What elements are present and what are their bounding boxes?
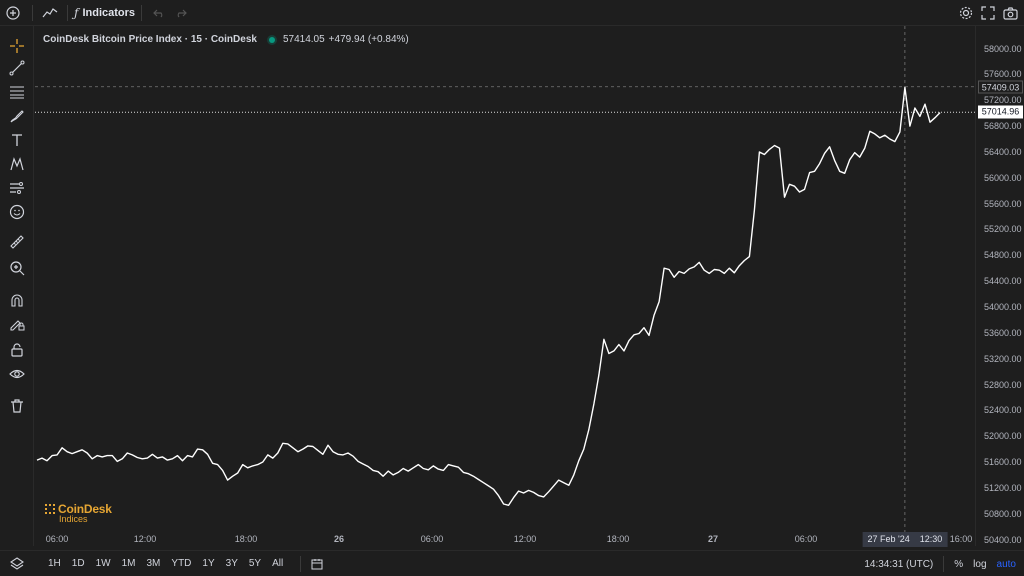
price-chart[interactable] bbox=[35, 26, 975, 546]
bottom-right: 14:34:31 (UTC) % log auto bbox=[864, 551, 1016, 576]
divider bbox=[67, 4, 68, 21]
crosshair-icon[interactable] bbox=[7, 36, 27, 56]
chart-legend: CoinDesk Bitcoin Price Index · 15 · Coin… bbox=[43, 34, 409, 45]
drawing-toolbar bbox=[0, 26, 34, 546]
divider bbox=[141, 4, 143, 21]
lock-icon[interactable] bbox=[7, 340, 27, 360]
price-tick: 53200.00 bbox=[984, 353, 1022, 364]
time-tick: 12:00 bbox=[513, 534, 537, 544]
divider bbox=[32, 4, 33, 21]
price-tick: 51600.00 bbox=[984, 457, 1022, 468]
date-range-icon[interactable] bbox=[307, 551, 327, 576]
magnet-icon[interactable] bbox=[7, 290, 27, 310]
crosshair-time: 12:30 bbox=[919, 534, 943, 544]
range-button-1w[interactable]: 1W bbox=[96, 558, 111, 569]
price-tick: 57200.00 bbox=[984, 95, 1022, 106]
percent-toggle[interactable]: % bbox=[954, 559, 963, 570]
price-tick: 54400.00 bbox=[984, 276, 1022, 287]
toolbar-right bbox=[959, 0, 1018, 26]
fullscreen-icon[interactable] bbox=[981, 0, 995, 26]
eye-icon[interactable] bbox=[7, 364, 27, 384]
time-tick: 16:00 bbox=[949, 534, 973, 544]
range-button-5y[interactable]: 5Y bbox=[249, 558, 261, 569]
price-tick: 54800.00 bbox=[984, 250, 1022, 261]
price-tick: 56000.00 bbox=[984, 172, 1022, 183]
trash-icon[interactable] bbox=[7, 396, 27, 416]
market-status-dot bbox=[268, 36, 275, 43]
fib-levels-icon[interactable] bbox=[7, 82, 27, 102]
price-tick: 54000.00 bbox=[984, 301, 1022, 312]
range-button-1h[interactable]: 1H bbox=[48, 558, 61, 569]
price-tick: 58000.00 bbox=[984, 43, 1022, 54]
logo-mark-icon bbox=[45, 504, 55, 514]
time-tick: 06:00 bbox=[45, 534, 69, 544]
price-tick: 52000.00 bbox=[984, 431, 1022, 442]
log-toggle[interactable]: log bbox=[973, 559, 986, 570]
camera-icon[interactable] bbox=[1003, 0, 1018, 26]
price-tick: 51200.00 bbox=[984, 482, 1022, 493]
text-icon[interactable] bbox=[7, 130, 27, 150]
coindesk-logo: CoinDesk Indices bbox=[45, 502, 112, 524]
indicators-label: Indicators bbox=[82, 6, 136, 19]
ruler-icon[interactable] bbox=[7, 232, 27, 252]
indicators-button[interactable]: ƒ Indicators bbox=[74, 0, 135, 26]
crosshair-price-label: 57409.03 bbox=[978, 80, 1023, 94]
fx-icon: ƒ bbox=[74, 5, 79, 20]
top-toolbar: ƒ Indicators bbox=[0, 0, 1024, 26]
range-button-1d[interactable]: 1D bbox=[72, 558, 85, 569]
price-series-line bbox=[36, 86, 941, 506]
range-button-1y[interactable]: 1Y bbox=[202, 558, 214, 569]
time-tick: 12:00 bbox=[133, 534, 157, 544]
divider bbox=[943, 556, 945, 572]
time-tick: 26 bbox=[333, 534, 345, 544]
chart-area[interactable]: CoinDesk Bitcoin Price Index · 15 · Coin… bbox=[35, 26, 975, 546]
price-tick: 53600.00 bbox=[984, 327, 1022, 338]
time-tick: 06:00 bbox=[794, 534, 818, 544]
lock-drawing-icon[interactable] bbox=[7, 314, 27, 334]
layers-icon[interactable] bbox=[0, 551, 34, 576]
legend-change: +479.94 (+0.84%) bbox=[328, 34, 409, 45]
legend-price: 57414.05 bbox=[282, 34, 325, 45]
last-price-label: 57014.96 bbox=[978, 105, 1023, 119]
crosshair-time-label: 27 Feb '24 12:30 bbox=[862, 532, 948, 547]
range-button-3y[interactable]: 3Y bbox=[226, 558, 238, 569]
range-selector: 1H 1D 1W 1M 3M YTD 1Y 3Y 5Y All bbox=[48, 558, 294, 569]
range-button-all[interactable]: All bbox=[272, 558, 283, 569]
time-axis[interactable]: 06:00 12:00 18:00 26 06:00 12:00 18:00 27 06:00 1… bbox=[35, 532, 975, 548]
auto-toggle[interactable]: auto bbox=[997, 559, 1016, 570]
price-tick: 57600.00 bbox=[984, 69, 1022, 80]
pattern-icon[interactable] bbox=[7, 154, 27, 174]
price-tick: 56400.00 bbox=[984, 146, 1022, 157]
zoom-in-icon[interactable] bbox=[7, 258, 27, 278]
time-tick: 06:00 bbox=[420, 534, 444, 544]
forecast-icon[interactable] bbox=[7, 178, 27, 198]
bottom-toolbar: 1H 1D 1W 1M 3M YTD 1Y 3Y 5Y All 14:34:31 (UTC) % … bbox=[0, 550, 1024, 576]
price-tick: 50800.00 bbox=[984, 508, 1022, 519]
range-button-1m[interactable]: 1M bbox=[122, 558, 136, 569]
price-tick: 55200.00 bbox=[984, 224, 1022, 235]
time-tick: 18:00 bbox=[234, 534, 258, 544]
range-button-ytd[interactable]: YTD bbox=[171, 558, 191, 569]
settings-icon[interactable] bbox=[959, 0, 973, 26]
brush-icon[interactable] bbox=[7, 106, 27, 126]
price-tick: 52400.00 bbox=[984, 405, 1022, 416]
redo-icon[interactable] bbox=[170, 0, 192, 26]
range-button-3m[interactable]: 3M bbox=[147, 558, 161, 569]
line-chart-icon[interactable] bbox=[39, 0, 61, 26]
divider bbox=[300, 555, 302, 572]
price-tick: 52800.00 bbox=[984, 379, 1022, 390]
time-tick: 27 bbox=[707, 534, 719, 544]
price-tick: 55600.00 bbox=[984, 198, 1022, 209]
trend-line-icon[interactable] bbox=[7, 58, 27, 78]
add-icon[interactable] bbox=[0, 0, 26, 26]
price-axis[interactable]: 58000.00 57600.00 57200.00 56800.00 56400.00… bbox=[975, 26, 1024, 546]
symbol-title[interactable]: CoinDesk Bitcoin Price Index · 15 · Coin… bbox=[43, 34, 257, 45]
utc-clock[interactable]: 14:34:31 (UTC) bbox=[864, 559, 933, 570]
price-tick: 56800.00 bbox=[984, 121, 1022, 132]
time-tick: 18:00 bbox=[606, 534, 630, 544]
price-tick: 50400.00 bbox=[984, 534, 1022, 545]
undo-icon[interactable] bbox=[148, 0, 170, 26]
crosshair-date: 27 Feb '24 bbox=[867, 534, 910, 544]
emoji-icon[interactable] bbox=[7, 202, 27, 222]
